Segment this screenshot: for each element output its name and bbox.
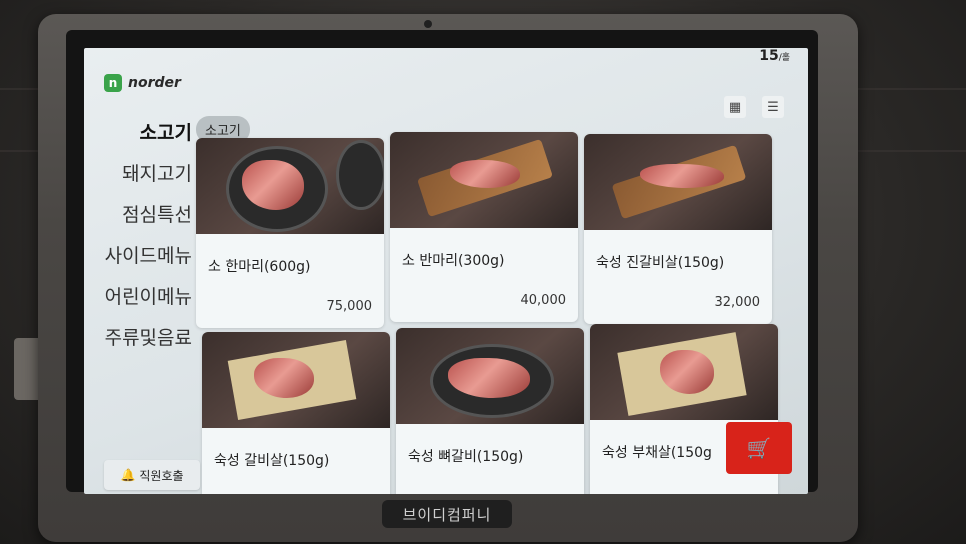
product-photo	[196, 138, 384, 234]
device-brand: 브이디컴퍼니	[382, 500, 512, 528]
product-photo	[590, 324, 778, 420]
logo-text: norder	[128, 75, 181, 91]
staff-call-button[interactable]: 🔔 직원호출	[104, 460, 200, 490]
product-card[interactable]: 소 반마리(300g) 40,000	[390, 132, 578, 322]
sidebar-item-side-menu[interactable]: 사이드메뉴	[96, 241, 192, 268]
product-photo	[584, 134, 772, 230]
sidebar-item-lunch-special[interactable]: 점심특선	[96, 200, 192, 227]
product-price: 75,000	[326, 299, 373, 314]
product-photo	[390, 132, 578, 228]
product-name: 숙성 뼈갈비(150g)	[408, 449, 524, 465]
grid-view-icon[interactable]: ▦	[724, 96, 746, 118]
order-screen: 15/홀 n norder ▦ ☰ 소고기 돼지고기 점심특선 사이드메뉴 어린…	[84, 48, 808, 494]
logo-icon: n	[104, 74, 122, 92]
app-logo: n norder	[104, 74, 181, 92]
product-name: 소 반마리(300g)	[402, 253, 505, 269]
category-sidebar: 소고기 돼지고기 점심특선 사이드메뉴 어린이메뉴 주류및음료	[96, 118, 192, 364]
sidebar-item-beef[interactable]: 소고기	[96, 118, 192, 145]
product-card[interactable]: 숙성 뼈갈비(150g)	[396, 328, 584, 494]
product-photo	[202, 332, 390, 428]
cart-button[interactable]: 🛒	[726, 422, 792, 474]
product-card[interactable]: 숙성 진갈비살(150g) 32,000	[584, 134, 772, 324]
product-name: 숙성 갈비살(150g)	[214, 453, 330, 469]
staff-call-label: 직원호출	[139, 468, 184, 483]
hamburger-menu-icon[interactable]: ☰	[762, 96, 784, 118]
product-name: 소 한마리(600g)	[208, 259, 311, 275]
product-photo	[396, 328, 584, 424]
product-card[interactable]: 소 한마리(600g) 75,000	[196, 138, 384, 328]
table-number: 15/홀	[759, 48, 790, 64]
product-card[interactable]: 숙성 갈비살(150g)	[202, 332, 390, 494]
sidebar-item-pork[interactable]: 돼지고기	[96, 159, 192, 186]
product-price: 40,000	[520, 293, 567, 308]
sidebar-item-kids-menu[interactable]: 어린이메뉴	[96, 282, 192, 309]
product-name: 숙성 진갈비살(150g)	[596, 255, 725, 271]
cart-icon: 🛒	[746, 436, 772, 460]
product-name: 숙성 부채살(150g	[602, 445, 712, 461]
sidebar-item-drinks[interactable]: 주류및음료	[96, 323, 192, 350]
product-price: 32,000	[714, 295, 761, 310]
bell-icon: 🔔	[120, 468, 136, 482]
camera	[424, 20, 432, 28]
